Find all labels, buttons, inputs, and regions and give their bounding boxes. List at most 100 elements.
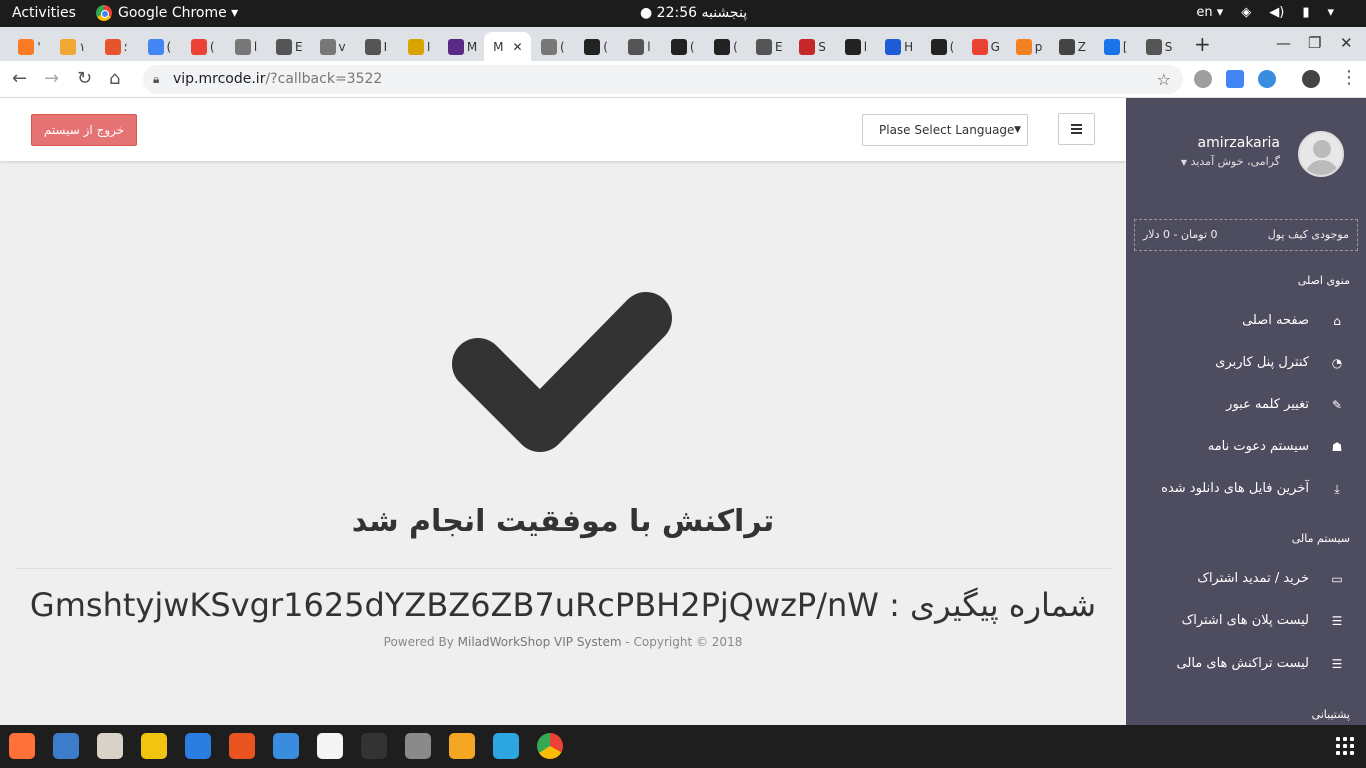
forward-icon[interactable]: → (44, 68, 59, 89)
help-icon[interactable] (273, 733, 299, 759)
chrome-icon (96, 5, 112, 21)
browser-tab[interactable]: l (618, 32, 661, 61)
sidebar-item-invitations[interactable]: ☗ سیستم دعوت نامه (1126, 426, 1366, 468)
browser-tab[interactable]: ( (661, 32, 704, 61)
maximize-icon[interactable]: ❐ (1308, 34, 1321, 52)
browser-tab[interactable]: M (441, 32, 484, 61)
app-menu[interactable]: Google Chrome ▾ (96, 5, 238, 21)
minimize-icon[interactable]: — (1276, 34, 1291, 52)
github-icon (714, 38, 731, 55)
bookmark-star-icon[interactable]: ☆ (1157, 65, 1171, 94)
w-icon (885, 38, 902, 55)
browser-tab[interactable]: ( (705, 32, 748, 61)
close-window-icon[interactable]: ✕ (1340, 34, 1353, 52)
browser-tab[interactable]: p (1008, 32, 1051, 61)
browser-tab[interactable]: H (878, 32, 921, 61)
system-tray[interactable]: en ▾ ◈ ◀) ▮ ▾ (1196, 5, 1334, 20)
sidebar-item-home[interactable]: ⌂ صفحه اصلی (1126, 300, 1366, 342)
browser-tab[interactable]: E (748, 32, 791, 61)
libreoffice-writer-icon[interactable] (185, 733, 211, 759)
active-tab[interactable]: M ✕ (484, 32, 532, 61)
browser-tab[interactable]: ( (575, 32, 618, 61)
browser-tab[interactable]: ( (181, 32, 224, 61)
google-translate-icon[interactable] (1226, 70, 1244, 88)
language-select[interactable]: Plase Select Language ▼ (862, 114, 1028, 146)
clock[interactable]: پنجشنبه 22:56 ● (640, 5, 747, 21)
extension-earth-icon[interactable] (1258, 70, 1276, 88)
sublime-text-icon[interactable] (449, 733, 475, 759)
app-menu-label: Google Chrome ▾ (118, 5, 239, 21)
rhythmbox-icon[interactable] (141, 733, 167, 759)
firefox-icon[interactable] (9, 733, 35, 759)
sidebar-item-downloads[interactable]: ⤓ آخرین فایل های دانلود شده (1126, 468, 1366, 510)
terminal-icon[interactable] (361, 733, 387, 759)
sidebar-item-buy-subscription[interactable]: ▭ خرید / تمدید اشتراک (1126, 558, 1366, 600)
address-bar[interactable]: 🔒︎ vip.mrcode.ir/?callback=3522 ☆ (143, 65, 1183, 94)
pma-icon (60, 38, 77, 55)
z-icon (1058, 38, 1075, 55)
extension-globe-icon[interactable] (1194, 70, 1212, 88)
tab-strip: + — ❐ ✕ ' ۱ ؛((l Ev I ا M((l((E Sl H(Gp Z[S M ✕ (0, 27, 1366, 61)
sidebar-item-label: تغییر کلمه عبور (1226, 397, 1309, 412)
browser-toolbar: ← → ↻ ⌂ 🔒︎ vip.mrcode.ir/?callback=3522 … (0, 61, 1366, 98)
activities-button[interactable]: Activities (12, 5, 76, 21)
browser-tab[interactable]: G (964, 32, 1007, 61)
powered-suffix: - Copyright © 2018 (625, 635, 743, 649)
vip-icon (447, 38, 464, 55)
menu-kebab-icon[interactable]: ⋮ (1340, 67, 1358, 88)
divider (16, 568, 1112, 569)
tab-title: p (1034, 39, 1043, 54)
tracking-label: شماره پیگیری : (889, 586, 1097, 624)
sidebar-item-dashboard[interactable]: ◔ کنترل پنل کاربری (1126, 342, 1366, 384)
browser-tab[interactable]: l (225, 32, 268, 61)
files-icon[interactable] (97, 733, 123, 759)
settings-icon[interactable] (405, 733, 431, 759)
user-dropdown[interactable]: گرامی، خوش آمدید ▼ (1181, 155, 1280, 168)
keyboard-language[interactable]: en ▾ (1196, 5, 1223, 20)
show-apps-icon[interactable] (1336, 737, 1354, 755)
tab-title: ( (689, 39, 695, 54)
thunderbird-icon[interactable] (53, 733, 79, 759)
back-icon[interactable]: ← (12, 68, 27, 89)
chrome-icon[interactable] (537, 733, 563, 759)
profile-avatar[interactable] (1302, 70, 1320, 88)
browser-tab[interactable]: l (834, 32, 877, 61)
software-center-icon[interactable] (229, 733, 255, 759)
sidebar-item-plans[interactable]: ☰ لیست پلان های اشتراک (1126, 600, 1366, 642)
browser-tab[interactable]: [ (1094, 32, 1137, 61)
reload-icon[interactable]: ↻ (77, 68, 92, 89)
tab-title: ا (427, 39, 431, 54)
list-icon: ☰ (1331, 614, 1343, 628)
wallet-value: 0 تومان - 0 دلار (1143, 228, 1218, 241)
browser-tab[interactable]: I (354, 32, 397, 61)
browser-tab[interactable]: ( (531, 32, 574, 61)
browser-tab[interactable]: ا (398, 32, 441, 61)
sidebar-toggle-button[interactable] (1058, 113, 1095, 145)
sidebar-item-change-password[interactable]: ✎ تغییر کلمه عبور (1126, 384, 1366, 426)
browser-tab[interactable]: v (311, 32, 354, 61)
powered-brand-link[interactable]: MiladWorkShop VIP System (458, 635, 622, 649)
browser-tab[interactable]: Z (1051, 32, 1094, 61)
sidebar-item-transactions[interactable]: ☰ لیست تراکنش های مالی (1126, 643, 1366, 685)
lock-icon[interactable]: 🔒︎ (153, 65, 159, 94)
logout-button[interactable]: خروج از سیستم (31, 114, 137, 146)
browser-tab[interactable]: S (1138, 32, 1181, 61)
browser-tab[interactable]: ' (8, 32, 51, 61)
close-tab-icon[interactable]: ✕ (512, 40, 522, 54)
telegram-icon[interactable] (493, 733, 519, 759)
browser-tab[interactable]: E (268, 32, 311, 61)
browser-tab[interactable]: ( (138, 32, 181, 61)
home-icon[interactable]: ⌂ (109, 68, 120, 89)
new-tab-button[interactable]: + (1194, 32, 1211, 56)
browser-tab[interactable]: S (791, 32, 834, 61)
browser-tab[interactable]: ۱ (51, 32, 94, 61)
amazon-icon[interactable] (317, 733, 343, 759)
tab-title: E (295, 39, 303, 54)
tab-title: M (493, 39, 504, 54)
globe-icon (756, 38, 772, 55)
github-icon (584, 38, 601, 55)
browser-tab[interactable]: ( (921, 32, 964, 61)
edit-icon: ✎ (1331, 398, 1343, 412)
browser-tab[interactable]: ؛ (95, 32, 138, 61)
url-host: vip.mrcode.ir (173, 71, 266, 87)
